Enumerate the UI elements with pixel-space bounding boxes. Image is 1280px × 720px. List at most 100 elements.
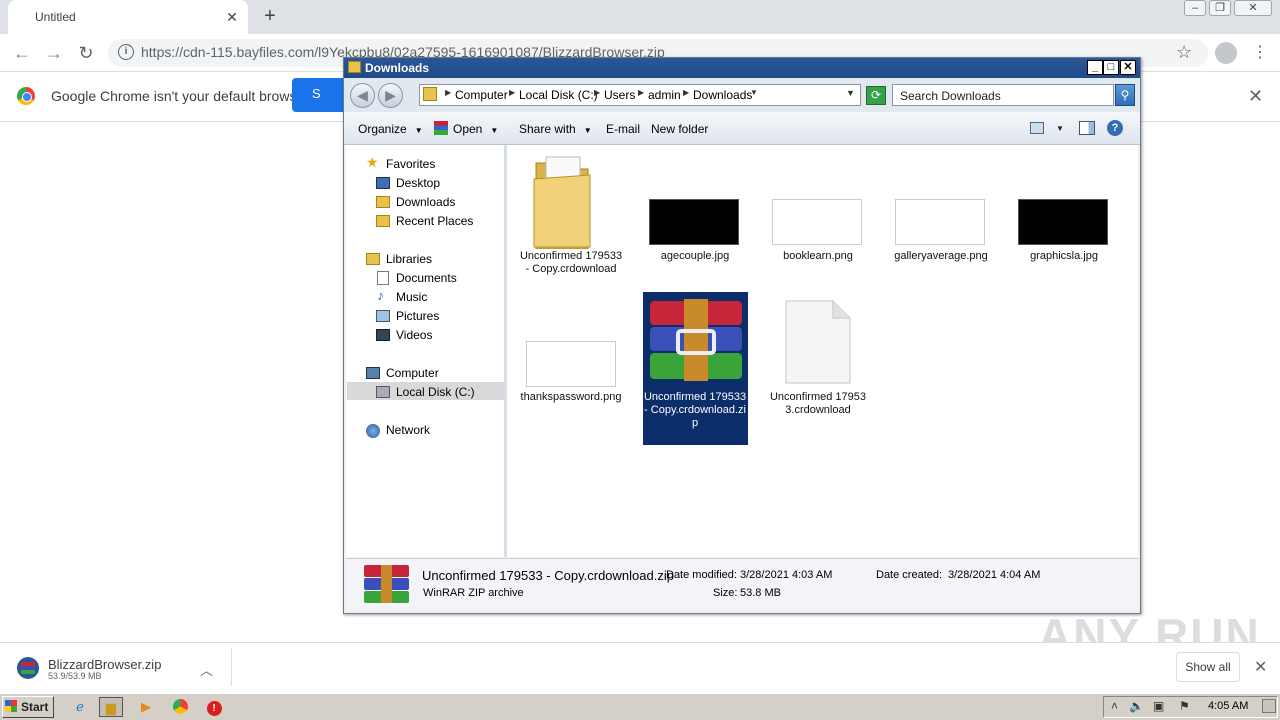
image-thumbnail	[526, 341, 616, 387]
explorer-close-button[interactable]: ✕	[1120, 60, 1136, 75]
organize-label: Organize	[358, 122, 407, 136]
restore-window-button[interactable]: ❐	[1209, 0, 1231, 16]
breadcrumb-dropdown-icon[interactable]: ▼	[750, 88, 758, 97]
nav-computer[interactable]: Computer	[386, 366, 439, 380]
nav-documents[interactable]: Documents	[396, 271, 457, 285]
explorer-titlebar[interactable]	[344, 58, 1140, 78]
back-arrow-icon[interactable]: ←	[11, 42, 33, 64]
bookmark-star-icon[interactable]: ☆	[1176, 42, 1192, 63]
antivirus-stop-icon[interactable]: !	[202, 697, 226, 717]
file-item[interactable]: graphicsla.jpg	[1012, 250, 1116, 263]
breadcrumb-computer[interactable]: Computer	[455, 88, 508, 102]
explorer-taskbar-icon[interactable]: ▆	[99, 697, 123, 717]
breadcrumb-separator-icon[interactable]: ▶	[594, 88, 600, 97]
refresh-icon[interactable]: ⟳	[866, 86, 886, 105]
search-icon[interactable]: ⚲	[1115, 84, 1135, 106]
winrar-file-icon[interactable]	[15, 656, 41, 680]
minimize-window-button[interactable]: –	[1184, 0, 1206, 16]
share-with-label: Share with	[519, 122, 576, 136]
file-item[interactable]: booklearn.png	[766, 250, 870, 263]
downloads-folder-icon	[376, 196, 390, 208]
file-item[interactable]: thankspassword.png	[519, 391, 623, 404]
videos-film-icon	[376, 329, 390, 341]
reload-icon[interactable]: ↻	[75, 42, 97, 64]
winrar-open-icon	[434, 121, 448, 135]
share-with-menu[interactable]: Share with ▼	[519, 122, 592, 136]
folder-icon	[348, 61, 361, 73]
close-window-button[interactable]: ✕	[1234, 0, 1272, 16]
preview-pane-icon[interactable]	[1079, 121, 1095, 135]
file-name: Unconfirmed 179533 - Copy.crdownload	[519, 250, 623, 275]
explorer-back-icon[interactable]: ◀	[350, 83, 375, 108]
breadcrumb-separator-icon[interactable]: ▶	[638, 88, 644, 97]
file-item-selected[interactable]: Unconfirmed 179533 - Copy.crdownload.zip	[643, 391, 747, 430]
profile-avatar-icon[interactable]	[1215, 42, 1237, 64]
details-file-type: WinRAR ZIP archive	[423, 587, 524, 599]
breadcrumb-separator-icon[interactable]: ▶	[509, 88, 515, 97]
taskbar-clock[interactable]: 4:05 AM	[1208, 700, 1248, 712]
infobar-close-icon[interactable]: ✕	[1248, 86, 1263, 107]
breadcrumb-downloads[interactable]: Downloads	[693, 88, 752, 102]
address-history-dropdown-icon[interactable]: ▼	[846, 88, 855, 98]
breadcrumb-local-disk[interactable]: Local Disk (C:)	[519, 88, 598, 102]
nav-downloads[interactable]: Downloads	[396, 195, 455, 209]
download-progress-text: 53.9/53.9 MB	[48, 671, 102, 681]
explorer-minimize-button[interactable]: _	[1087, 60, 1103, 75]
show-desktop-button[interactable]	[1262, 699, 1276, 713]
nav-desktop[interactable]: Desktop	[396, 176, 440, 190]
breadcrumb-separator-icon[interactable]: ▶	[683, 88, 689, 97]
email-button[interactable]: E-mail	[606, 122, 640, 136]
forward-arrow-icon[interactable]: →	[43, 42, 65, 64]
file-name: thankspassword.png	[520, 391, 622, 403]
desktop-icon	[376, 177, 390, 189]
file-item[interactable]: Unconfirmed 179533 - Copy.crdownload	[519, 250, 623, 276]
tab-title: Untitled	[35, 10, 76, 24]
nav-libraries[interactable]: Libraries	[386, 252, 432, 266]
file-name: Unconfirmed 179533 - Copy.crdownload.zip	[643, 391, 747, 429]
new-folder-button[interactable]: New folder	[651, 122, 708, 136]
file-item[interactable]: galleryaverage.png	[889, 250, 993, 263]
chevron-down-icon: ▼	[490, 126, 499, 135]
blank-file-icon	[785, 300, 851, 384]
show-all-button[interactable]: Show all	[1176, 652, 1240, 682]
breadcrumb-users[interactable]: Users	[604, 88, 635, 102]
nav-pictures[interactable]: Pictures	[396, 309, 439, 323]
explorer-forward-icon[interactable]: ▶	[378, 83, 403, 108]
tab-close-icon[interactable]: ✕	[222, 7, 242, 27]
nav-recent-places[interactable]: Recent Places	[396, 214, 473, 228]
media-player-icon[interactable]: ▶	[134, 697, 158, 717]
volume-icon[interactable]: 🔈	[1129, 699, 1144, 713]
change-view-icon[interactable]	[1030, 122, 1044, 134]
nav-local-disk[interactable]: Local Disk (C:)	[396, 385, 475, 399]
nav-music[interactable]: Music	[396, 290, 427, 304]
download-file-name[interactable]: BlizzardBrowser.zip	[48, 657, 161, 672]
show-hidden-icons-icon[interactable]: ˄	[1111, 699, 1118, 713]
explorer-maximize-button[interactable]: □	[1103, 60, 1119, 75]
file-name: graphicsla.jpg	[1030, 250, 1098, 262]
chevron-up-icon[interactable]: ︿	[200, 660, 213, 679]
action-center-flag-icon[interactable]: ⚑	[1179, 699, 1190, 713]
documents-icon	[377, 271, 389, 285]
info-icon[interactable]: i	[118, 44, 134, 60]
breadcrumb-separator-icon[interactable]: ▶	[445, 88, 451, 97]
image-thumbnail	[772, 199, 862, 245]
chrome-menu-icon[interactable]: ⋮	[1252, 42, 1268, 62]
shelf-close-icon[interactable]: ✕	[1254, 657, 1267, 677]
view-options-dropdown-icon[interactable]: ▼	[1056, 124, 1064, 133]
chrome-taskbar-icon[interactable]	[168, 697, 192, 717]
new-tab-button[interactable]: +	[258, 5, 282, 29]
internet-explorer-icon[interactable]: ℯ	[68, 697, 92, 717]
details-pane	[346, 558, 1138, 611]
file-name: Unconfirmed 179533.crdownload	[769, 391, 866, 416]
network-status-icon[interactable]: ▣	[1153, 699, 1164, 713]
nav-favorites[interactable]: Favorites	[386, 157, 435, 171]
organize-menu[interactable]: Organize ▼	[358, 122, 423, 136]
open-menu[interactable]: Open ▼	[453, 122, 498, 136]
nav-videos[interactable]: Videos	[396, 328, 432, 342]
file-item[interactable]: agecouple.jpg	[643, 250, 747, 263]
help-icon[interactable]: ?	[1107, 120, 1123, 136]
breadcrumb-admin[interactable]: admin	[648, 88, 681, 102]
file-item[interactable]: Unconfirmed 179533.crdownload	[766, 391, 870, 417]
open-label: Open	[453, 122, 483, 136]
nav-network[interactable]: Network	[386, 423, 430, 437]
